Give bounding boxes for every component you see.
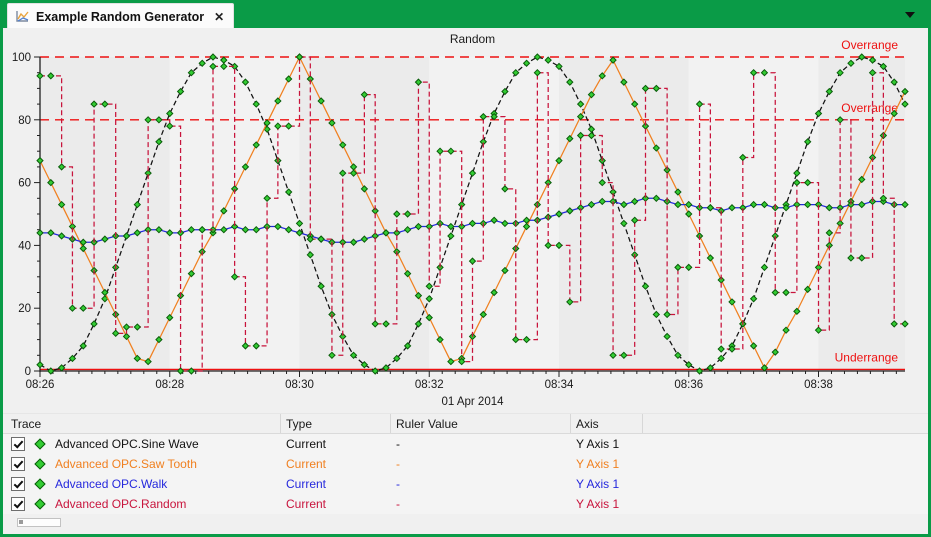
trace-axis: Y Axis 1 (576, 477, 620, 491)
column-header-ruler-value[interactable]: Ruler Value (391, 414, 571, 433)
x-tick-label: 08:26 (26, 379, 55, 391)
trace-name: Advanced OPC.Walk (55, 477, 168, 491)
trace-marker-icon (34, 478, 46, 490)
chart-title: Random (450, 32, 495, 46)
table-scrollbar[interactable] (17, 518, 61, 527)
trace-row[interactable]: Advanced OPC.Random Current - Y Axis 1 (3, 494, 928, 514)
tab-bar: Example Random Generator ✕ (0, 0, 931, 29)
column-header-filler (643, 414, 928, 433)
trace-name: Advanced OPC.Random (55, 497, 187, 511)
trace-table-body: Advanced OPC.Sine Wave Current - Y Axis 1 Ad… (3, 434, 928, 514)
trace-visible-checkbox[interactable] (11, 497, 25, 511)
trace-visible-checkbox[interactable] (11, 457, 25, 471)
plot-band (429, 57, 559, 371)
column-header-axis[interactable]: Axis (571, 414, 643, 433)
trend-content: Random Overrange Overrange Underrange 0 20 40 6… (3, 28, 928, 534)
trace-ruler-value: - (396, 497, 400, 511)
tab-title: Example Random Generator (36, 9, 205, 24)
limit-label: Overrange (841, 38, 898, 52)
x-tick-label: 08:34 (545, 379, 574, 391)
tab-list-dropdown-icon[interactable] (905, 12, 915, 18)
trace-row[interactable]: Advanced OPC.Sine Wave Current - Y Axis 1 (3, 434, 928, 454)
trace-cell: Advanced OPC.Walk (3, 477, 281, 491)
y-tick-label: 20 (18, 303, 31, 315)
trace-cell: Advanced OPC.Saw Tooth (3, 457, 281, 471)
trace-cell: Advanced OPC.Sine Wave (3, 437, 281, 451)
x-tick-label: 08:38 (804, 379, 833, 391)
trace-ruler-value: - (396, 457, 400, 471)
y-tick-label: 100 (12, 52, 31, 64)
trace-type: Current (286, 437, 327, 451)
trace-marker-icon (34, 458, 46, 470)
limit-label: Overrange (841, 101, 898, 115)
limit-label: Underrange (835, 350, 899, 364)
y-tick-label: 60 (18, 178, 31, 190)
trace-axis: Y Axis 1 (576, 497, 620, 511)
y-tick-label: 0 (25, 366, 31, 378)
trace-marker-icon (34, 438, 46, 450)
y-tick-label: 40 (18, 240, 31, 252)
trace-ruler-value: - (396, 437, 400, 451)
trace-axis: Y Axis 1 (576, 437, 620, 451)
y-tick-label: 80 (18, 115, 31, 127)
x-tick-label: 08:28 (155, 379, 184, 391)
column-header-type[interactable]: Type (281, 414, 391, 433)
trend-chart-canvas[interactable]: Random Overrange Overrange Underrange 0 20 40 6… (3, 28, 928, 413)
trace-row[interactable]: Advanced OPC.Walk Current - Y Axis 1 (3, 474, 928, 494)
trace-table-header: Trace Type Ruler Value Axis (3, 413, 928, 434)
column-header-trace[interactable]: Trace (3, 414, 281, 433)
x-tick-label: 08:32 (415, 379, 444, 391)
trace-cell: Advanced OPC.Random (3, 497, 281, 511)
trace-visible-checkbox[interactable] (11, 437, 25, 451)
trace-ruler-value: - (396, 477, 400, 491)
trace-type: Current (286, 497, 327, 511)
trace-axis: Y Axis 1 (576, 457, 620, 471)
tab-close-icon[interactable]: ✕ (214, 10, 224, 24)
trace-row[interactable]: Advanced OPC.Saw Tooth Current - Y Axis 1 (3, 454, 928, 474)
trace-type: Current (286, 457, 327, 471)
trace-type: Current (286, 477, 327, 491)
tab-example-random-generator[interactable]: Example Random Generator ✕ (7, 3, 235, 29)
x-tick-label: 08:30 (285, 379, 314, 391)
trace-marker-icon (34, 498, 46, 510)
trace-name: Advanced OPC.Sine Wave (55, 437, 199, 451)
trend-viewer-window: Example Random Generator ✕ Random Overran… (0, 0, 931, 537)
x-tick-label: 08:36 (674, 379, 703, 391)
trace-table: Trace Type Ruler Value Axis Advanced OPC.Si… (3, 413, 928, 527)
trend-chart-icon (16, 11, 29, 22)
trace-visible-checkbox[interactable] (11, 477, 25, 491)
trace-name: Advanced OPC.Saw Tooth (55, 457, 197, 471)
x-axis-date-label: 01 Apr 2014 (441, 396, 504, 408)
